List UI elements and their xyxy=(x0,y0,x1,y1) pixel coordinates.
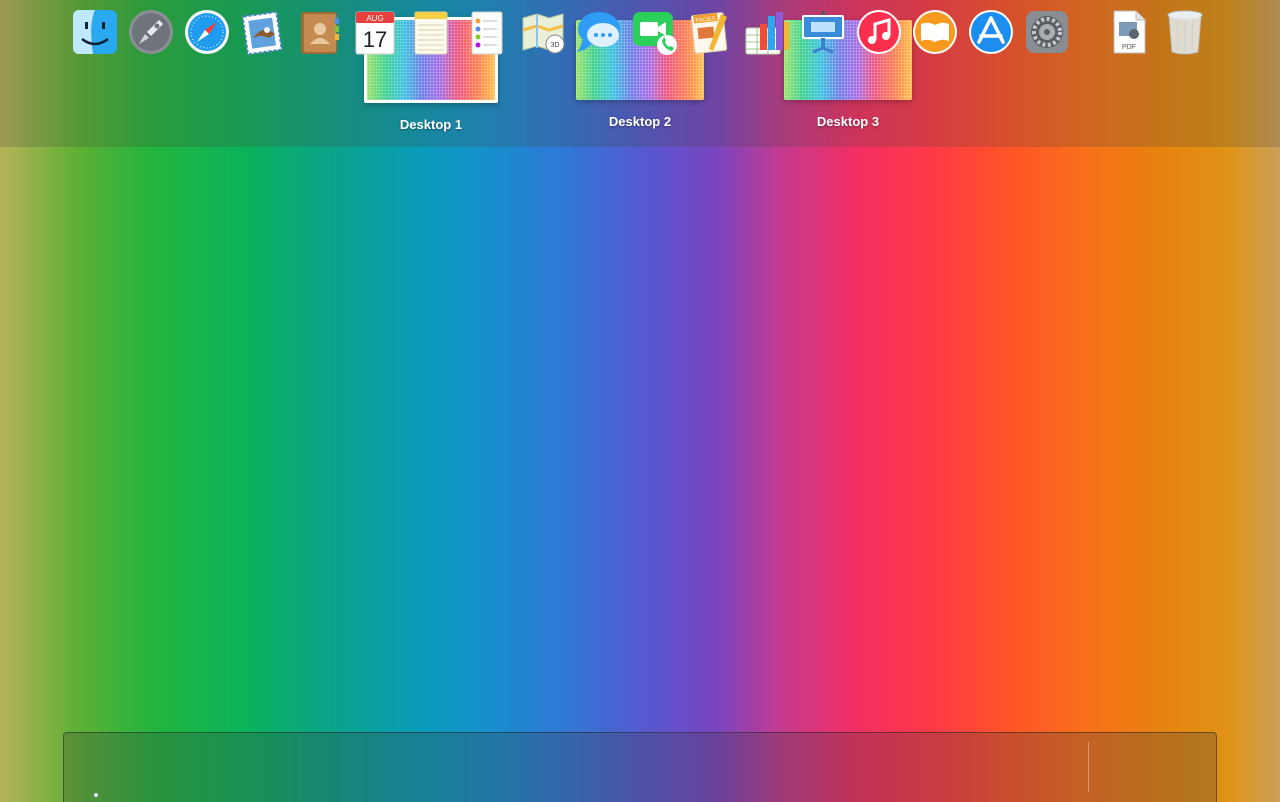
space-label: Desktop 1 xyxy=(399,117,463,132)
pages-icon[interactable]: PAGES xyxy=(687,8,735,56)
dock xyxy=(63,732,1217,802)
ibooks-icon[interactable] xyxy=(911,8,959,56)
pdf-label: PDF xyxy=(1122,44,1136,51)
safari-icon[interactable] xyxy=(183,8,231,56)
messages-icon[interactable] xyxy=(575,8,623,56)
maps-icon[interactable]: 3D xyxy=(519,8,567,56)
facetime-icon[interactable] xyxy=(631,8,679,56)
dock-separator xyxy=(1088,742,1089,792)
calendar-icon[interactable]: AUG 17 xyxy=(351,8,399,56)
mail-icon[interactable] xyxy=(239,8,287,56)
running-indicator xyxy=(94,793,98,797)
maps-3d-badge: 3D xyxy=(551,42,560,49)
launchpad-icon[interactable] xyxy=(127,8,175,56)
pdf-document-icon[interactable]: PDF xyxy=(1105,8,1153,56)
numbers-icon[interactable] xyxy=(743,8,791,56)
keynote-icon[interactable] xyxy=(799,8,847,56)
trash-icon[interactable] xyxy=(1161,8,1209,56)
calendar-day: 17 xyxy=(363,27,387,52)
calendar-month: AUG xyxy=(366,14,383,23)
itunes-icon[interactable] xyxy=(855,8,903,56)
finder-icon[interactable] xyxy=(71,8,119,56)
system-preferences-icon[interactable] xyxy=(1023,8,1071,56)
app-store-icon[interactable] xyxy=(967,8,1015,56)
reminders-icon[interactable] xyxy=(463,8,511,56)
contacts-icon[interactable] xyxy=(295,8,343,56)
space-label: Desktop 2 xyxy=(608,114,672,129)
space-label: Desktop 3 xyxy=(816,114,880,129)
notes-icon[interactable] xyxy=(407,8,455,56)
